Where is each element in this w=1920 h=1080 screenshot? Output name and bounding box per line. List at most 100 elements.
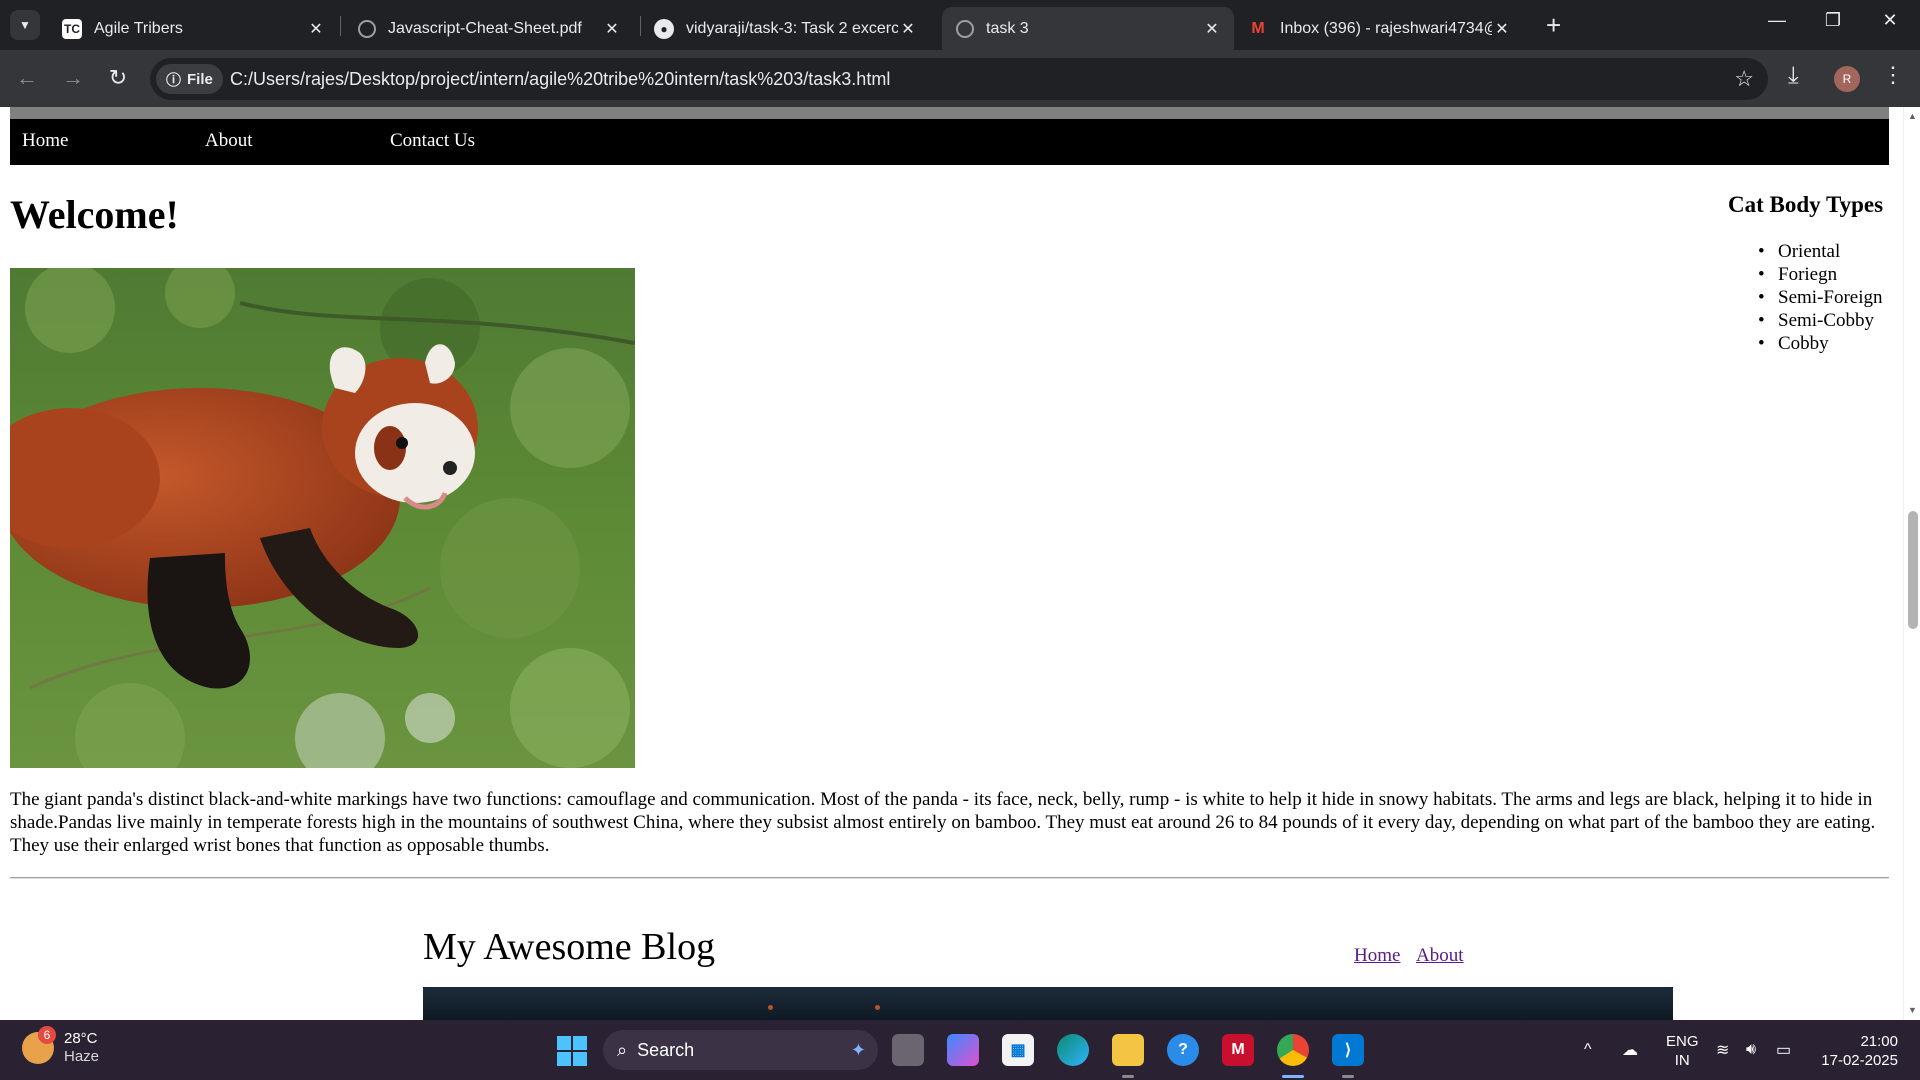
forward-arrow-icon[interactable]: → [58, 64, 88, 94]
nav-link-about[interactable]: About [205, 130, 253, 152]
aside-title: Cat Body Types [1728, 192, 1884, 217]
search-placeholder: Search [637, 1039, 695, 1060]
browser-toolbar: ← → ↻ ⓘ File C:/Users/rajes/Desktop/proj… [0, 50, 1920, 107]
scrollbar-thumb[interactable] [1908, 511, 1918, 629]
help-icon[interactable]: ? [1167, 1034, 1199, 1066]
list-item: Semi-Foreign [1758, 286, 1882, 309]
menu-kebab-icon[interactable]: ⋮ [1882, 62, 1904, 88]
taskbar-search-box[interactable]: ⌕ Search ✦ [603, 1030, 878, 1070]
list-item: Cobby [1758, 332, 1883, 355]
input-language[interactable]: ENG IN [1666, 1032, 1699, 1070]
tab-separator [340, 16, 341, 36]
search-highlight-icon: ✦ [850, 1039, 866, 1060]
page-nav-bar: Home About Contact Us [10, 119, 1889, 165]
edge-icon[interactable] [1057, 1034, 1089, 1066]
file-explorer-icon[interactable] [1112, 1034, 1144, 1066]
address-bar[interactable]: ⓘ File C:/Users/rajes/Desktop/project/in… [150, 58, 1768, 100]
github-icon: ● [654, 18, 674, 39]
copilot-icon[interactable] [947, 1034, 979, 1066]
download-icon[interactable]: ⤓ [1788, 62, 1799, 90]
site-chip-label: File [187, 70, 213, 88]
hero-light-dot [768, 1005, 773, 1010]
mcafee-icon[interactable]: M [1222, 1034, 1254, 1066]
globe-icon [358, 19, 376, 38]
tab-title: vidyaraji/task-3: Task 2 excercise [686, 19, 898, 37]
reload-icon[interactable]: ↻ [103, 64, 133, 94]
tab-github-task-3[interactable]: ● vidyaraji/task-3: Task 2 excercise ✕ [640, 7, 930, 50]
blog-link-home[interactable]: Home [1354, 945, 1400, 967]
microsoft-store-icon[interactable]: ▦ [1002, 1034, 1034, 1066]
horizontal-rule [10, 877, 1889, 879]
tab-gmail-inbox[interactable]: M Inbox (396) - rajeshwari4734@gmail.com… [1234, 7, 1524, 50]
blog-title: My Awesome Blog [423, 926, 716, 968]
gmail-icon: M [1251, 19, 1265, 37]
scroll-down-arrow-icon[interactable]: ▼ [1908, 1005, 1917, 1015]
site-info-chip[interactable]: ⓘ File [156, 64, 223, 94]
vscode-icon[interactable]: ⟩ [1332, 1034, 1364, 1066]
chrome-icon[interactable] [1277, 1034, 1309, 1066]
wifi-icon[interactable]: ≋ [1716, 1020, 1729, 1080]
panda-paragraph: The giant panda's distinct black-and-whi… [10, 789, 1876, 856]
cat-body-types-list: Oriental Foriegn Semi-Foreign Semi-Cobby… [1758, 240, 1883, 355]
blog-link-about[interactable]: About [1416, 945, 1464, 967]
red-panda-image [10, 268, 635, 768]
tab-task-3[interactable]: task 3 ✕ [942, 7, 1234, 50]
list-item: Oriental [1758, 240, 1883, 263]
weather-widget[interactable]: 6 28°C Haze [22, 1026, 100, 1066]
blog-hero-image [423, 987, 1673, 1020]
system-clock[interactable]: 21:00 17-02-2025 [1818, 1032, 1898, 1070]
tab-title: Agile Tribers [94, 19, 183, 37]
red-panda-photo [10, 268, 635, 768]
close-tab-icon[interactable]: ✕ [898, 19, 918, 39]
battery-icon[interactable]: ▭ [1776, 1020, 1791, 1080]
clock-time: 21:00 [1860, 1033, 1898, 1050]
browser-tab-strip: ▼ TC Agile Tribers ✕ Javascript-Cheat-Sh… [0, 0, 1920, 50]
volume-icon[interactable]: 🔊︎ [1746, 1020, 1756, 1080]
onedrive-cloud-icon[interactable]: ☁ [1622, 1020, 1638, 1080]
page-heading: Welcome! [10, 192, 179, 237]
tab-title: Inbox (396) - rajeshwari4734@gmail.com [1280, 19, 1492, 37]
windows-start-icon[interactable] [557, 1036, 587, 1066]
tab-javascript-cheat-sheet[interactable]: Javascript-Cheat-Sheet.pdf ✕ [344, 7, 634, 50]
running-indicator [1122, 1075, 1134, 1078]
scroll-up-arrow-icon[interactable]: ▲ [1908, 111, 1917, 121]
clock-date: 17-02-2025 [1821, 1052, 1898, 1069]
close-tab-icon[interactable]: ✕ [1202, 19, 1222, 39]
weather-condition: Haze [64, 1048, 100, 1065]
list-item: Foriegn [1758, 263, 1883, 286]
minimize-icon[interactable]: — [1762, 10, 1792, 31]
tab-title: Javascript-Cheat-Sheet.pdf [388, 19, 582, 37]
page-viewport: Home About Contact Us Welcome! Cat Body … [0, 107, 1903, 1020]
new-tab-plus-icon[interactable]: + [1546, 10, 1561, 40]
globe-icon [956, 19, 974, 38]
url-text[interactable]: C:/Users/rajes/Desktop/project/intern/ag… [230, 69, 890, 90]
windows-taskbar: 6 28°C Haze ⌕ Search ✦ ▦ ? M ⟩ ^ ☁ ENG I… [0, 1020, 1920, 1080]
tab-search-chevron-icon[interactable]: ▼ [10, 10, 40, 40]
task-view-icon[interactable] [892, 1034, 924, 1066]
running-indicator [1342, 1075, 1354, 1078]
search-icon: ⌕ [617, 1039, 628, 1060]
tab-title: task 3 [986, 19, 1029, 37]
haze-weather-icon: 6 [22, 1026, 56, 1064]
back-arrow-icon[interactable]: ← [12, 64, 42, 94]
notification-badge: 6 [38, 1026, 56, 1044]
profile-avatar[interactable]: R [1834, 66, 1860, 92]
top-border-strip [10, 107, 1889, 119]
region-code: IN [1674, 1052, 1690, 1069]
tray-overflow-chevron-icon[interactable]: ^ [1584, 1020, 1592, 1080]
page-scrollbar[interactable]: ▲ ▼ [1903, 107, 1920, 1020]
tab-agile-tribers[interactable]: TC Agile Tribers ✕ [48, 7, 338, 50]
nav-link-contact-us[interactable]: Contact Us [390, 130, 475, 152]
bookmark-star-icon[interactable]: ☆ [1734, 66, 1754, 92]
close-tab-icon[interactable]: ✕ [306, 19, 326, 39]
close-tab-icon[interactable]: ✕ [1492, 19, 1512, 39]
restore-icon[interactable]: ❐ [1818, 10, 1848, 31]
hero-light-dot [875, 1005, 880, 1010]
info-icon: ⓘ [166, 71, 182, 89]
weather-temperature: 28°C [64, 1030, 98, 1047]
agile-tribers-favicon-icon: TC [62, 18, 82, 39]
list-item: Semi-Cobby [1758, 309, 1883, 332]
close-tab-icon[interactable]: ✕ [602, 19, 622, 39]
close-window-icon[interactable]: ✕ [1875, 10, 1905, 31]
nav-link-home[interactable]: Home [22, 130, 68, 152]
